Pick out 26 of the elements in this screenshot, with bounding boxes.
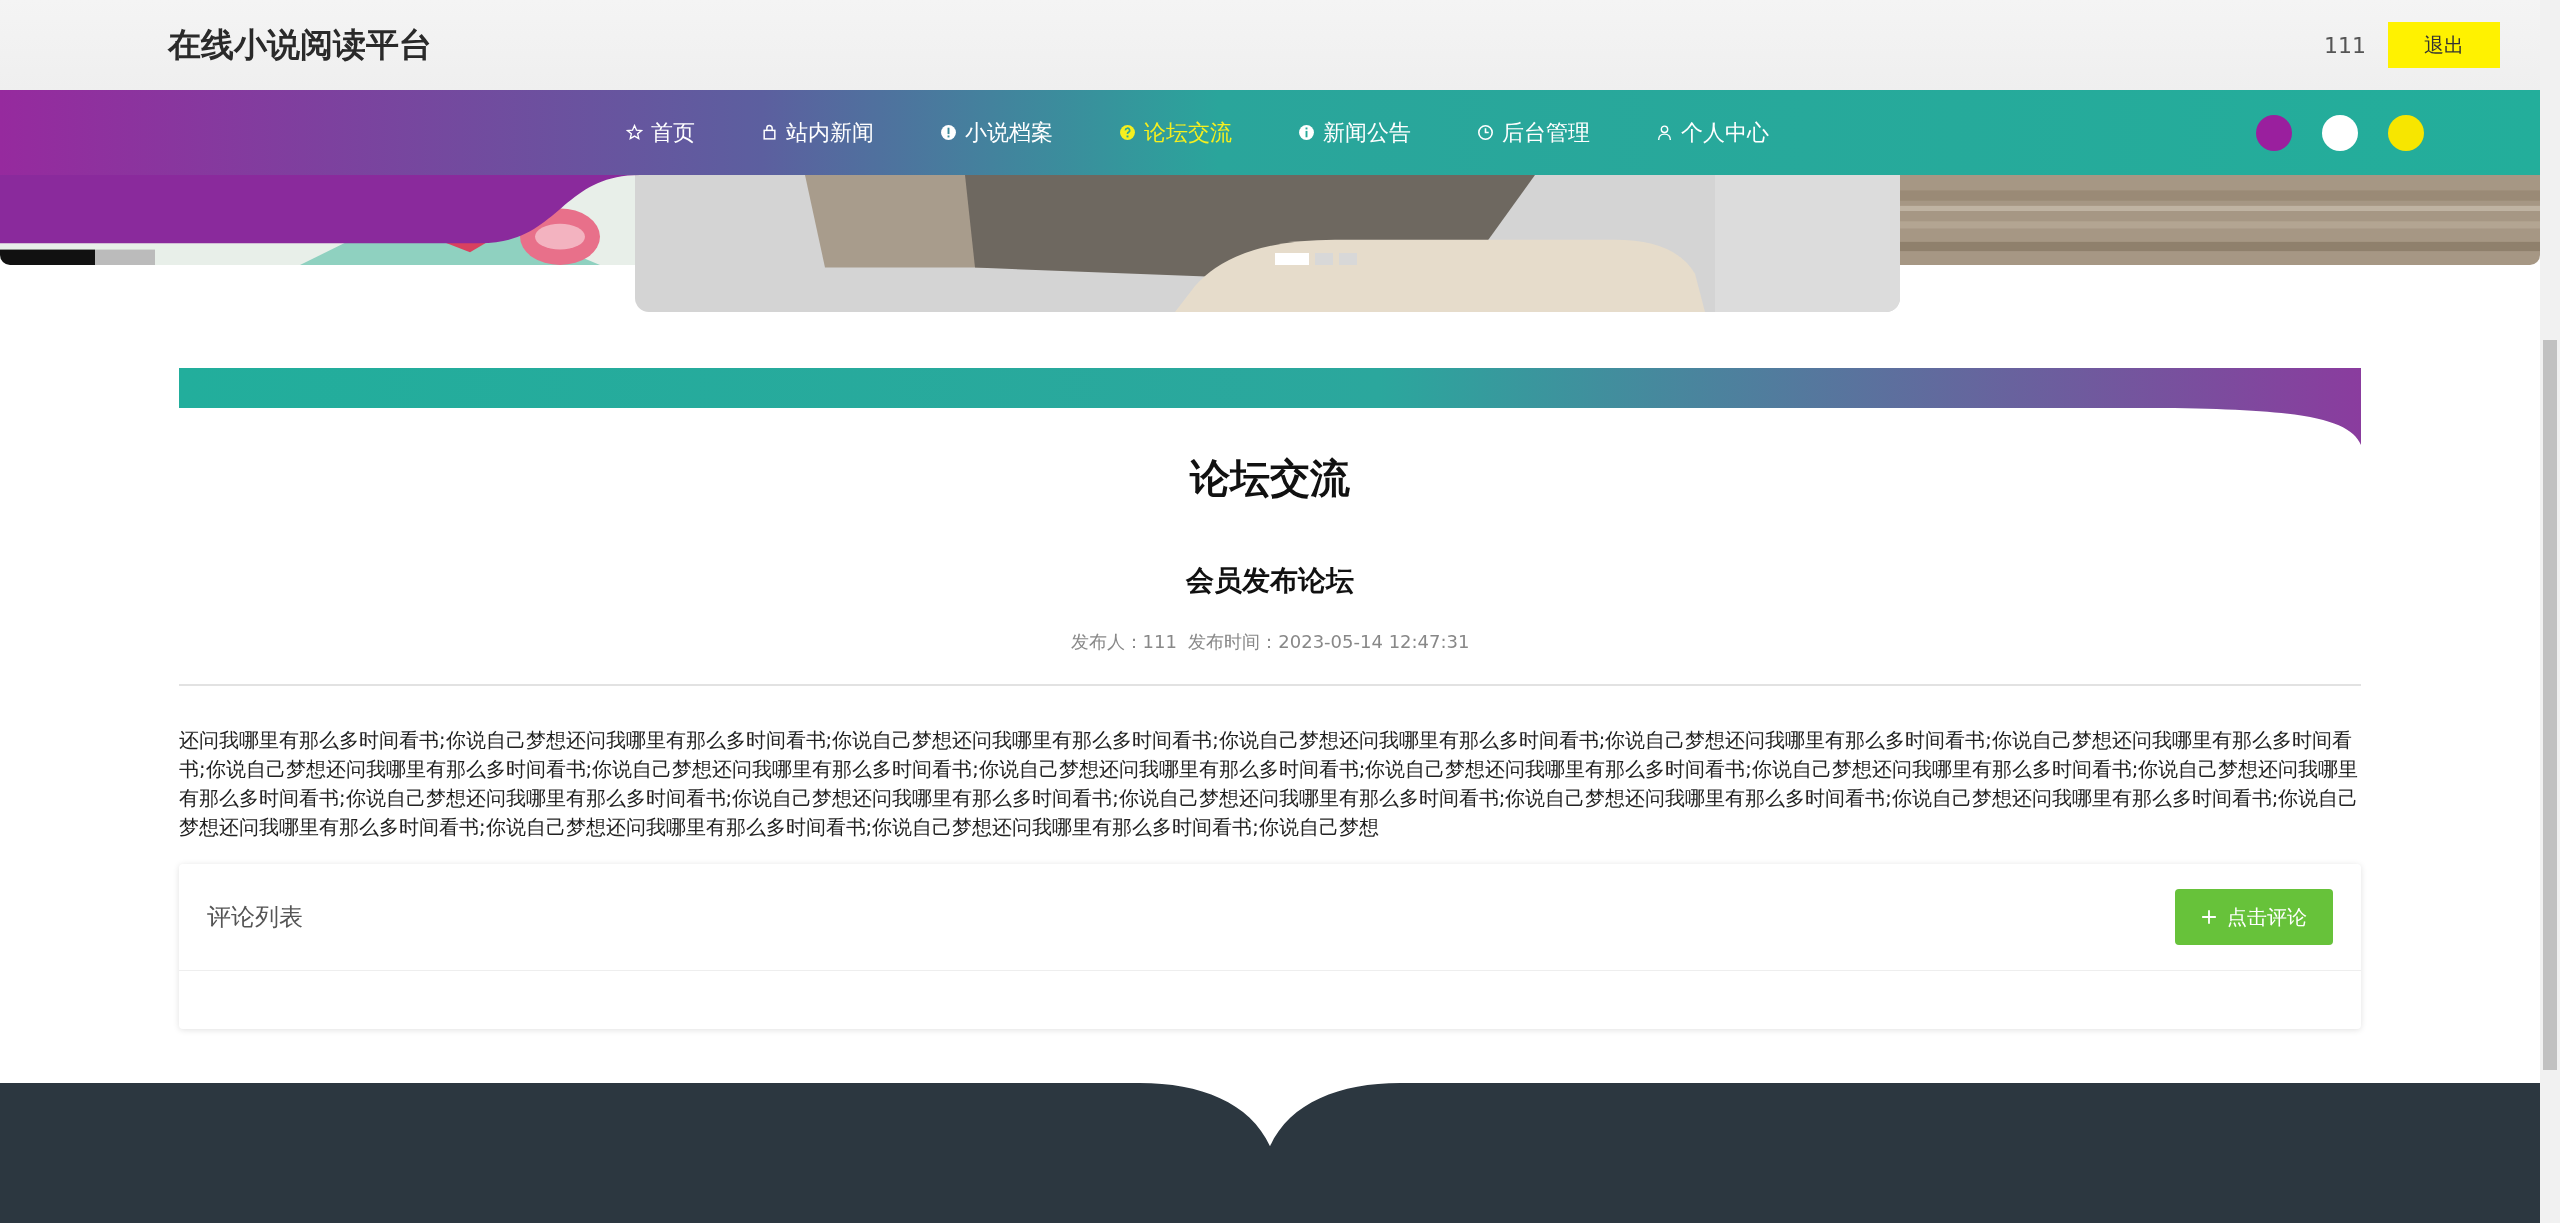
nav-link[interactable]: 小说档案 <box>940 117 1053 148</box>
nav-link[interactable]: 后台管理 <box>1477 117 1590 148</box>
plus-icon <box>2201 909 2217 925</box>
nav-link[interactable]: 站内新闻 <box>761 117 874 148</box>
comment-list-title: 评论列表 <box>207 902 303 933</box>
post-meta: 发布人：111 发布时间：2023-05-14 12:47:31 <box>1070 630 1470 654</box>
alert-icon <box>940 124 957 141</box>
post-title: 会员发布论坛 <box>1186 563 1354 599</box>
nav-link[interactable]: 个人中心 <box>1656 117 1769 148</box>
nav-link[interactable]: 论坛交流 <box>1119 117 1232 148</box>
comment-button[interactable]: 点击评论 <box>2175 889 2333 945</box>
username: 111 <box>2324 32 2366 58</box>
post-body: 还问我哪里有那么多时间看书;你说自己梦想还问我哪里有那么多时间看书;你说自己梦想还问我哪里有那么多时间看书;你说自己梦想还问我哪里有那么多时间看书;你说自己梦想还问我哪里有那么多时间看书;你说自己梦想还问我哪里有那么多时间看书;你说自己梦想还问我哪里有那么多时间看书;你说自己梦想还问我哪里有那么多时间看书;你说自己梦想还问我哪里有那么多时间看书;你说自己梦想还问我哪里有那么多时间看书;你说自己梦想还问我哪里有那么多时间看书;你说自己梦想还问我哪里有那么多时间看书;你说自己梦想还问我哪里有那么多时间看书;你说自己梦想还问我哪里有那么多时间看书;你说自己梦想还问我哪里有那么多时间看书;你说自己梦想还问我哪里有那么多时间看书;你说自己梦想还问我哪里有那么多时间看书;你说自己梦想还问我哪里有那么多时间看书;你说自己梦想还问我哪里有那么多时间看书;你说自己梦想还问我哪里有那么多时间看书;你说自己梦想 <box>179 728 2360 841</box>
star-icon <box>626 124 643 141</box>
info-icon <box>1298 124 1315 141</box>
nav-link[interactable]: 首页 <box>626 117 695 148</box>
theme-dot[interactable] <box>2256 114 2292 151</box>
user-icon <box>1656 124 1673 141</box>
logout-button[interactable]: 退出 <box>2388 22 2500 68</box>
theme-dot[interactable] <box>2388 114 2424 151</box>
nav-link[interactable]: 新闻公告 <box>1298 117 1411 148</box>
theme-dot[interactable] <box>2322 114 2358 151</box>
page-title: 论坛交流 <box>1190 454 1350 503</box>
clock-icon <box>1477 124 1494 141</box>
question-icon <box>1119 124 1136 141</box>
site-title: 在线小说阅读平台 <box>168 23 432 66</box>
